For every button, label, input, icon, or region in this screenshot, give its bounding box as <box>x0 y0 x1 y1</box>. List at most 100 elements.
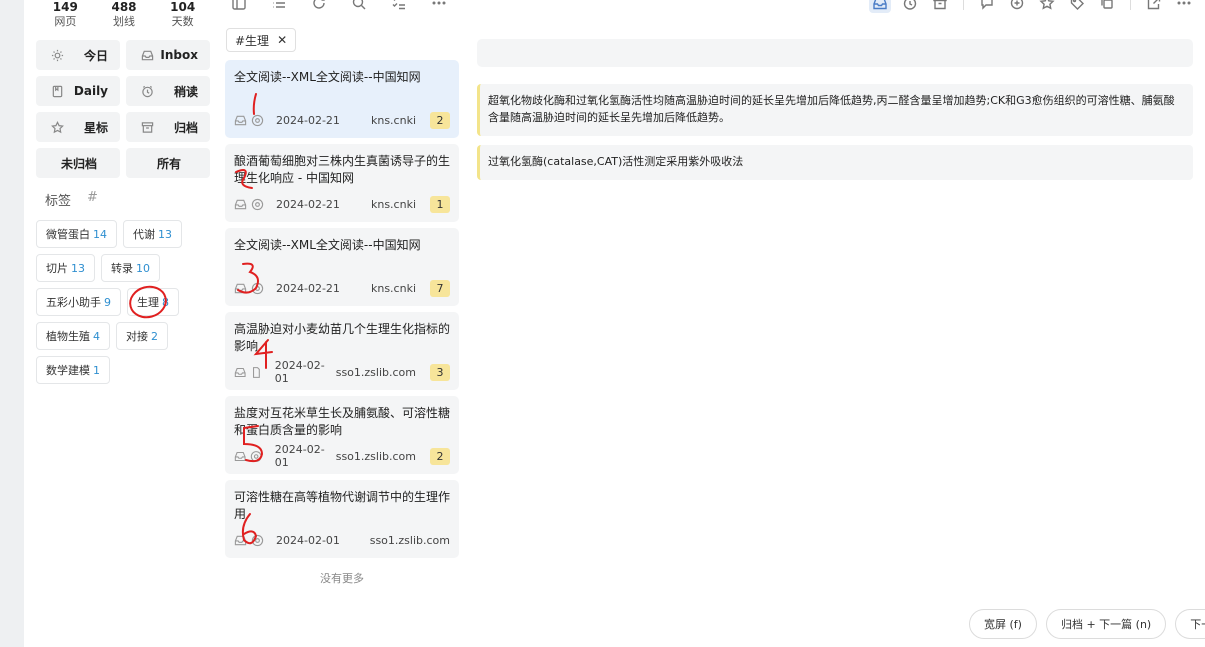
stat-highlights-number: 488 <box>111 0 137 14</box>
article-card[interactable]: 盐度对互花米草生长及脯氨酸、可溶性糖和蛋白质含量的影响 2024-02-01 s… <box>225 396 459 474</box>
clock-icon[interactable] <box>899 0 921 13</box>
article-title: 盐度对互花米草生长及脯氨酸、可溶性糖和蛋白质含量的影响 <box>234 406 450 437</box>
nav-daily-label: Daily <box>73 84 108 98</box>
list-icon[interactable] <box>268 0 290 13</box>
tag-name: 植物生殖 <box>46 330 90 343</box>
highlight-item[interactable]: 过氧化氢酶(catalase,CAT)活性测定采用紫外吸收法 <box>477 145 1193 180</box>
article-card[interactable]: 全文阅读--XML全文阅读--中国知网 2024-02-21 kns.cnki … <box>225 60 459 138</box>
inbox-icon <box>234 115 247 125</box>
app-window: 149 网页 488 划线 104 天数 今日 Inbox Daily 稍读 星… <box>0 0 1205 647</box>
tag-count: 2 <box>151 329 158 343</box>
left-edge-strip <box>0 0 24 647</box>
nav-inbox-label: Inbox <box>160 48 198 62</box>
nav-starred-button[interactable]: 星标 <box>36 112 120 142</box>
tag-count: 4 <box>93 329 100 343</box>
article-card[interactable]: 可溶性糖在高等植物代谢调节中的生理作用 2024-02-01 sso1.zsli… <box>225 480 459 558</box>
star-icon[interactable] <box>1036 0 1058 13</box>
external-link-icon[interactable] <box>1143 0 1165 13</box>
stat-days: 104 天数 <box>153 0 212 32</box>
nav-daily-button[interactable]: Daily <box>36 76 120 106</box>
tag-item[interactable]: 数学建模 1 <box>36 356 110 384</box>
tags-header: 标签 # <box>45 190 98 209</box>
search-icon[interactable] <box>348 0 370 13</box>
nav-today-label: 今日 <box>83 48 108 63</box>
copy-icon[interactable] <box>1096 0 1118 13</box>
article-meta: 2024-02-01 sso1.zslib.com <box>234 531 450 549</box>
nav-later-button[interactable]: 稍读 <box>126 76 210 106</box>
nav-archive-button[interactable]: 归档 <box>126 112 210 142</box>
article-source: sso1.zslib.com <box>369 533 450 547</box>
more-icon[interactable] <box>428 0 450 13</box>
stat-pages-number: 149 <box>52 0 78 14</box>
checklist-icon[interactable] <box>388 0 410 13</box>
tag-item-active[interactable]: 生理 8 <box>127 288 179 316</box>
article-header-placeholder <box>477 39 1193 67</box>
tag-item[interactable]: 转录 10 <box>101 254 160 282</box>
stat-highlights: 488 划线 <box>95 0 154 32</box>
article-meta: 2024-02-21 kns.cnki 2 <box>234 111 450 129</box>
article-card[interactable]: 高温胁迫对小麦幼苗几个生理生化指标的影响 2024-02-01 sso1.zsl… <box>225 312 459 390</box>
tags-list: 微管蛋白 14 代谢 13 切片 13 转录 10 五彩小助手 9 生理 8 植物生殖 4 对… <box>36 220 212 384</box>
tag-item[interactable]: 对接 2 <box>116 322 168 350</box>
tag-item[interactable]: 代谢 13 <box>123 220 182 248</box>
highlight-count-badge: 7 <box>430 279 450 297</box>
article-source: sso1.zslib.com <box>335 449 416 463</box>
article-date: 2024-02-21 <box>276 281 340 295</box>
nav-unarchived-button[interactable]: 未归档 <box>36 148 120 178</box>
tag-item[interactable]: 五彩小助手 9 <box>36 288 121 316</box>
document-icon <box>253 366 261 378</box>
tag-count: 8 <box>162 295 169 309</box>
inbox-icon <box>234 451 246 461</box>
nav-inbox-button[interactable]: Inbox <box>126 40 210 70</box>
inbox-icon[interactable] <box>869 0 891 13</box>
comment-icon[interactable] <box>976 0 998 13</box>
tag-count: 13 <box>71 261 85 275</box>
article-date: 2024-02-01 <box>274 443 325 469</box>
filter-chip-label: #生理 <box>235 33 270 48</box>
tag-name: 转录 <box>111 262 133 275</box>
inbox-icon <box>234 367 246 377</box>
tag-count: 14 <box>93 227 107 241</box>
more-icon[interactable] <box>1173 0 1195 13</box>
tag-count: 10 <box>136 261 150 275</box>
hash-icon[interactable]: # <box>87 190 98 209</box>
article-meta: 2024-02-21 kns.cnki 1 <box>234 195 450 213</box>
article-date: 2024-02-21 <box>276 197 340 211</box>
filter-chip[interactable]: #生理 ✕ <box>226 28 297 52</box>
article-source: kns.cnki <box>370 113 416 127</box>
tag-item[interactable]: 切片 13 <box>36 254 95 282</box>
nav-grid: 今日 Inbox Daily 稍读 星标 归档 未归档 所有 <box>36 40 212 178</box>
stat-days-number: 104 <box>170 0 196 14</box>
stat-pages: 149 网页 <box>36 0 95 32</box>
tag-name: 生理 <box>137 296 159 309</box>
archive-icon[interactable] <box>929 0 951 13</box>
book-icon <box>50 84 64 98</box>
refresh-icon[interactable] <box>308 0 330 13</box>
tags-title: 标签 <box>45 194 72 209</box>
bottom-actions: 宽屏 (f) 归档 + 下一篇 (n) 下一篇 <box>969 609 1205 639</box>
article-title: 酿酒葡萄细胞对三株内生真菌诱导子的生理生化响应 - 中国知网 <box>234 154 450 185</box>
article-source: kns.cnki <box>370 197 416 211</box>
nav-unarchived-label: 未归档 <box>60 156 97 171</box>
nav-later-label: 稍读 <box>173 84 198 99</box>
sidebar-toggle-icon[interactable] <box>228 0 250 13</box>
close-icon[interactable]: ✕ <box>277 33 287 47</box>
article-date: 2024-02-01 <box>276 533 340 547</box>
tag-item[interactable]: 微管蛋白 14 <box>36 220 117 248</box>
wide-screen-button[interactable]: 宽屏 (f) <box>969 609 1037 639</box>
stat-highlights-label: 划线 <box>113 15 135 28</box>
highlight-item[interactable]: 超氧化物歧化酶和过氧化氢酶活性均随高温胁迫时间的延长呈先增加后降低趋势,丙二醛含… <box>477 84 1193 136</box>
tag-item[interactable]: 植物生殖 4 <box>36 322 110 350</box>
nav-all-button[interactable]: 所有 <box>126 148 210 178</box>
tag-icon[interactable] <box>1066 0 1088 13</box>
add-icon[interactable] <box>1006 0 1028 13</box>
nav-today-button[interactable]: 今日 <box>36 40 120 70</box>
next-button[interactable]: 下一篇 <box>1175 609 1205 639</box>
archive-icon <box>140 120 154 134</box>
article-card[interactable]: 全文阅读--XML全文阅读--中国知网 2024-02-21 kns.cnki … <box>225 228 459 306</box>
archive-next-button[interactable]: 归档 + 下一篇 (n) <box>1045 609 1167 639</box>
list-end-text: 没有更多 <box>320 572 364 585</box>
article-list: 全文阅读--XML全文阅读--中国知网 2024-02-21 kns.cnki … <box>225 60 459 564</box>
article-card[interactable]: 酿酒葡萄细胞对三株内生真菌诱导子的生理生化响应 - 中国知网 2024-02-2… <box>225 144 459 222</box>
stat-pages-label: 网页 <box>54 15 77 28</box>
